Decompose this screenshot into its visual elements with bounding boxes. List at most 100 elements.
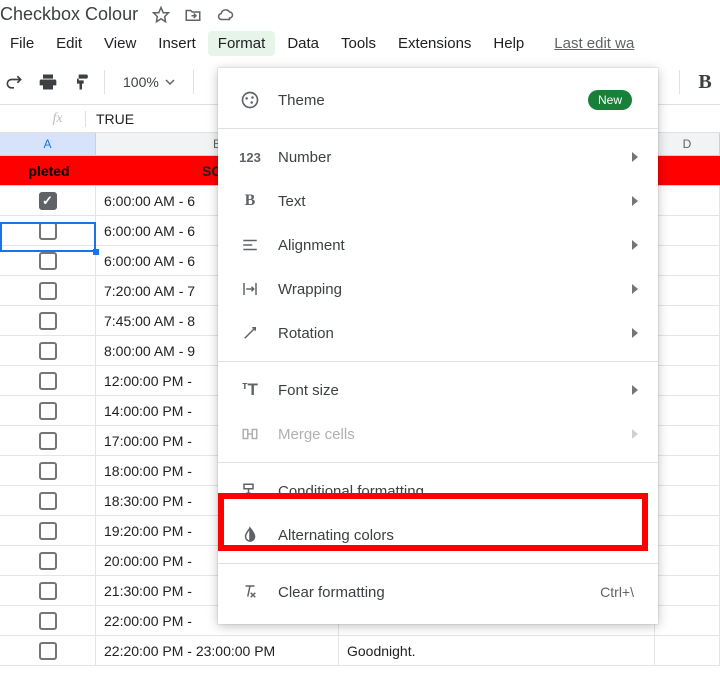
menu-merge-label: Merge cells — [278, 426, 632, 443]
cell-d[interactable] — [655, 546, 720, 575]
header-completed[interactable]: pleted — [0, 156, 96, 185]
checkbox[interactable] — [39, 612, 57, 630]
checkbox-cell[interactable] — [0, 516, 96, 545]
cell-d[interactable] — [655, 246, 720, 275]
theme-icon — [236, 90, 264, 110]
checkbox-cell[interactable] — [0, 426, 96, 455]
menu-edit[interactable]: Edit — [46, 31, 92, 56]
redo-icon[interactable] — [2, 70, 26, 94]
star-icon[interactable] — [152, 6, 170, 24]
checkbox[interactable] — [39, 642, 57, 660]
cell-d[interactable] — [655, 606, 720, 635]
checkbox-cell[interactable] — [0, 246, 96, 275]
table-row[interactable]: 22:20:00 PM - 23:00:00 PMGoodnight. — [0, 636, 720, 666]
cell-d[interactable] — [655, 516, 720, 545]
checkbox[interactable] — [39, 402, 57, 420]
checkbox-cell[interactable] — [0, 486, 96, 515]
submenu-arrow-icon — [632, 196, 638, 206]
cell-d[interactable] — [655, 426, 720, 455]
menu-insert[interactable]: Insert — [148, 31, 206, 56]
menu-alternating-colors[interactable]: Alternating colors — [218, 513, 658, 557]
menu-format[interactable]: Format — [208, 31, 276, 56]
move-folder-icon[interactable] — [184, 6, 202, 24]
menu-help[interactable]: Help — [483, 31, 534, 56]
menu-conditional-label: Conditional formatting — [278, 483, 640, 500]
menu-conditional-formatting[interactable]: Conditional formatting — [218, 469, 658, 513]
doc-title[interactable]: Checkbox Colour — [0, 4, 138, 25]
menu-alignment[interactable]: Alignment — [218, 223, 658, 267]
checkbox-cell[interactable] — [0, 186, 96, 215]
number-icon: 123 — [236, 150, 264, 165]
selection-handle[interactable] — [93, 249, 99, 255]
checkbox-cell[interactable] — [0, 576, 96, 605]
cell-d[interactable] — [655, 366, 720, 395]
paint-format-icon[interactable] — [70, 70, 94, 94]
alternating-colors-icon — [236, 526, 264, 544]
cloud-status-icon[interactable] — [216, 6, 234, 24]
checkbox-cell[interactable] — [0, 606, 96, 635]
checkbox-cell[interactable] — [0, 306, 96, 335]
menu-number-label: Number — [278, 149, 632, 166]
cell-d[interactable] — [655, 216, 720, 245]
checkbox-cell[interactable] — [0, 636, 96, 665]
cell-d[interactable] — [655, 336, 720, 365]
checkbox[interactable] — [39, 372, 57, 390]
menu-theme-label: Theme — [278, 92, 588, 109]
desc-cell[interactable]: Goodnight. — [339, 636, 655, 665]
checkbox-cell[interactable] — [0, 276, 96, 305]
checkbox[interactable] — [39, 252, 57, 270]
menu-rotation[interactable]: Rotation — [218, 311, 658, 355]
col-header-a[interactable]: A — [0, 133, 96, 155]
header-d[interactable] — [655, 156, 720, 185]
checkbox[interactable] — [39, 462, 57, 480]
checkbox-cell[interactable] — [0, 216, 96, 245]
menu-text[interactable]: B Text — [218, 179, 658, 223]
last-edit-link[interactable]: Last edit wa — [544, 31, 644, 56]
font-size-icon: тT — [236, 380, 264, 400]
menu-extensions[interactable]: Extensions — [388, 31, 481, 56]
checkbox[interactable] — [39, 582, 57, 600]
checkbox-cell[interactable] — [0, 396, 96, 425]
toolbar-separator — [679, 70, 680, 94]
checkbox[interactable] — [39, 432, 57, 450]
checkbox-cell[interactable] — [0, 456, 96, 485]
cell-d[interactable] — [655, 306, 720, 335]
checkbox[interactable] — [39, 492, 57, 510]
checkbox[interactable] — [39, 192, 57, 210]
cell-d[interactable] — [655, 186, 720, 215]
menu-view[interactable]: View — [94, 31, 146, 56]
checkbox-cell[interactable] — [0, 546, 96, 575]
checkbox[interactable] — [39, 342, 57, 360]
menu-file[interactable]: File — [0, 31, 44, 56]
checkbox-cell[interactable] — [0, 336, 96, 365]
cell-d[interactable] — [655, 636, 720, 665]
menu-clear-formatting[interactable]: Clear formatting Ctrl+\ — [218, 570, 658, 614]
cell-d[interactable] — [655, 456, 720, 485]
menu-font-size[interactable]: тT Font size — [218, 368, 658, 412]
toolbar-separator — [104, 70, 105, 94]
bold-button[interactable]: B — [690, 70, 720, 94]
checkbox-cell[interactable] — [0, 366, 96, 395]
cell-d[interactable] — [655, 276, 720, 305]
rotation-icon — [236, 324, 264, 342]
menu-wrapping[interactable]: Wrapping — [218, 267, 658, 311]
menu-number[interactable]: 123 Number — [218, 135, 658, 179]
cell-d[interactable] — [655, 576, 720, 605]
menu-data[interactable]: Data — [277, 31, 329, 56]
menu-separator — [218, 128, 658, 129]
time-cell[interactable]: 22:20:00 PM - 23:00:00 PM — [96, 636, 339, 665]
col-header-d[interactable]: D — [655, 133, 720, 155]
cell-d[interactable] — [655, 486, 720, 515]
menu-theme[interactable]: Theme New — [218, 78, 658, 122]
cell-d[interactable] — [655, 396, 720, 425]
checkbox[interactable] — [39, 522, 57, 540]
zoom-select[interactable]: 100% — [115, 74, 183, 90]
checkbox[interactable] — [39, 282, 57, 300]
menu-font-size-label: Font size — [278, 382, 632, 399]
submenu-arrow-icon — [632, 152, 638, 162]
checkbox[interactable] — [39, 552, 57, 570]
checkbox[interactable] — [39, 222, 57, 240]
print-icon[interactable] — [36, 70, 60, 94]
menu-tools[interactable]: Tools — [331, 31, 386, 56]
checkbox[interactable] — [39, 312, 57, 330]
